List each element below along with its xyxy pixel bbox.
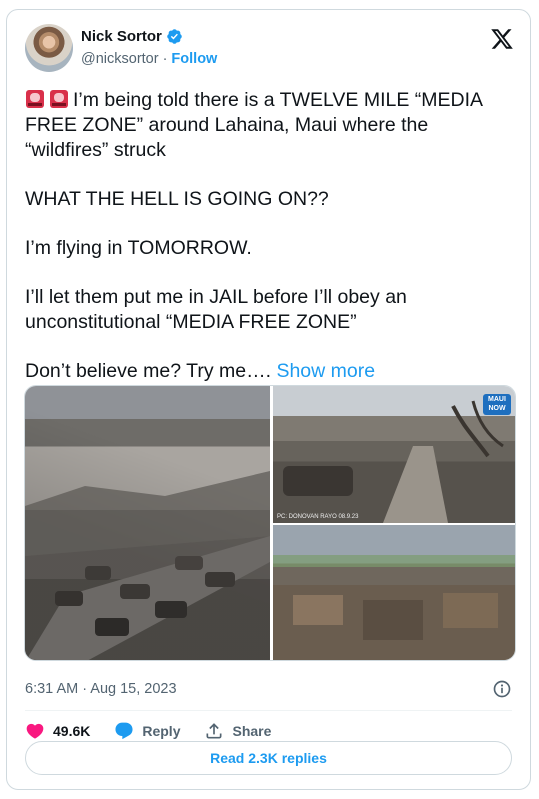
divider	[25, 710, 512, 711]
tweet-paragraph: I’m being told there is a TWELVE MILE “M…	[25, 89, 482, 161]
verified-badge-icon	[167, 29, 182, 44]
x-logo-icon[interactable]	[490, 27, 514, 51]
share-button[interactable]: Share	[204, 721, 271, 741]
show-more-link[interactable]: Show more	[276, 360, 375, 382]
author-name-row[interactable]: Nick Sortor	[81, 28, 183, 45]
siren-emoji-icon	[26, 90, 44, 108]
photo-credit: PC: DONOVAN RAYO 08.9.23	[277, 514, 359, 520]
author-handle[interactable]: @nicksortor	[81, 51, 159, 67]
photo-burned-cars-bridge-art	[273, 400, 515, 523]
tweet-timestamp[interactable]: 6:31 AM · Aug 15, 2023	[25, 681, 177, 697]
photo-burned-street-art	[25, 471, 270, 660]
read-replies-button[interactable]: Read 2.3K replies	[25, 741, 512, 775]
siren-emoji-icon	[50, 90, 68, 108]
handle-row: @nicksortor · Follow	[81, 51, 217, 67]
photo-burned-street[interactable]	[25, 386, 270, 660]
tweet-paragraph: I’ll let them put me in JAIL before I’ll…	[25, 286, 407, 333]
info-icon[interactable]	[492, 679, 512, 699]
tweet-paragraph: I’m flying in TOMORROW.	[25, 237, 252, 259]
tweet-card: Nick Sortor @nicksortor · Follow I’m bei…	[6, 9, 531, 790]
share-upload-icon	[206, 723, 222, 739]
reply-bubble-icon	[115, 722, 133, 740]
photo-burned-cars-bridge[interactable]: MAUI NOW PC: DONOVAN RAYO 08.9.23	[273, 386, 515, 523]
like-count: 49.6K	[53, 723, 91, 739]
separator: ·	[162, 51, 168, 67]
photo-burned-neighborhood[interactable]	[273, 525, 515, 660]
action-bar: 49.6K Reply Share	[25, 720, 295, 742]
tweet-paragraph: Don’t believe me? Try me…. Show more	[25, 360, 376, 382]
share-label: Share	[232, 723, 272, 739]
reply-label: Reply	[142, 723, 181, 739]
follow-button[interactable]: Follow	[171, 51, 217, 67]
reply-button[interactable]: Reply	[114, 721, 180, 741]
photo-burned-neighborhood-art	[273, 555, 515, 660]
like-button[interactable]: 49.6K	[25, 721, 90, 741]
maui-now-badge: MAUI NOW	[483, 394, 511, 415]
heart-icon	[26, 723, 44, 739]
avatar[interactable]	[25, 24, 73, 72]
media-grid: MAUI NOW PC: DONOVAN RAYO 08.9.23	[24, 385, 516, 661]
author-name[interactable]: Nick Sortor	[81, 28, 162, 45]
tweet-paragraph: WHAT THE HELL IS GOING ON??	[25, 188, 329, 210]
tweet-text: I’m being told there is a TWELVE MILE “M…	[25, 88, 515, 384]
